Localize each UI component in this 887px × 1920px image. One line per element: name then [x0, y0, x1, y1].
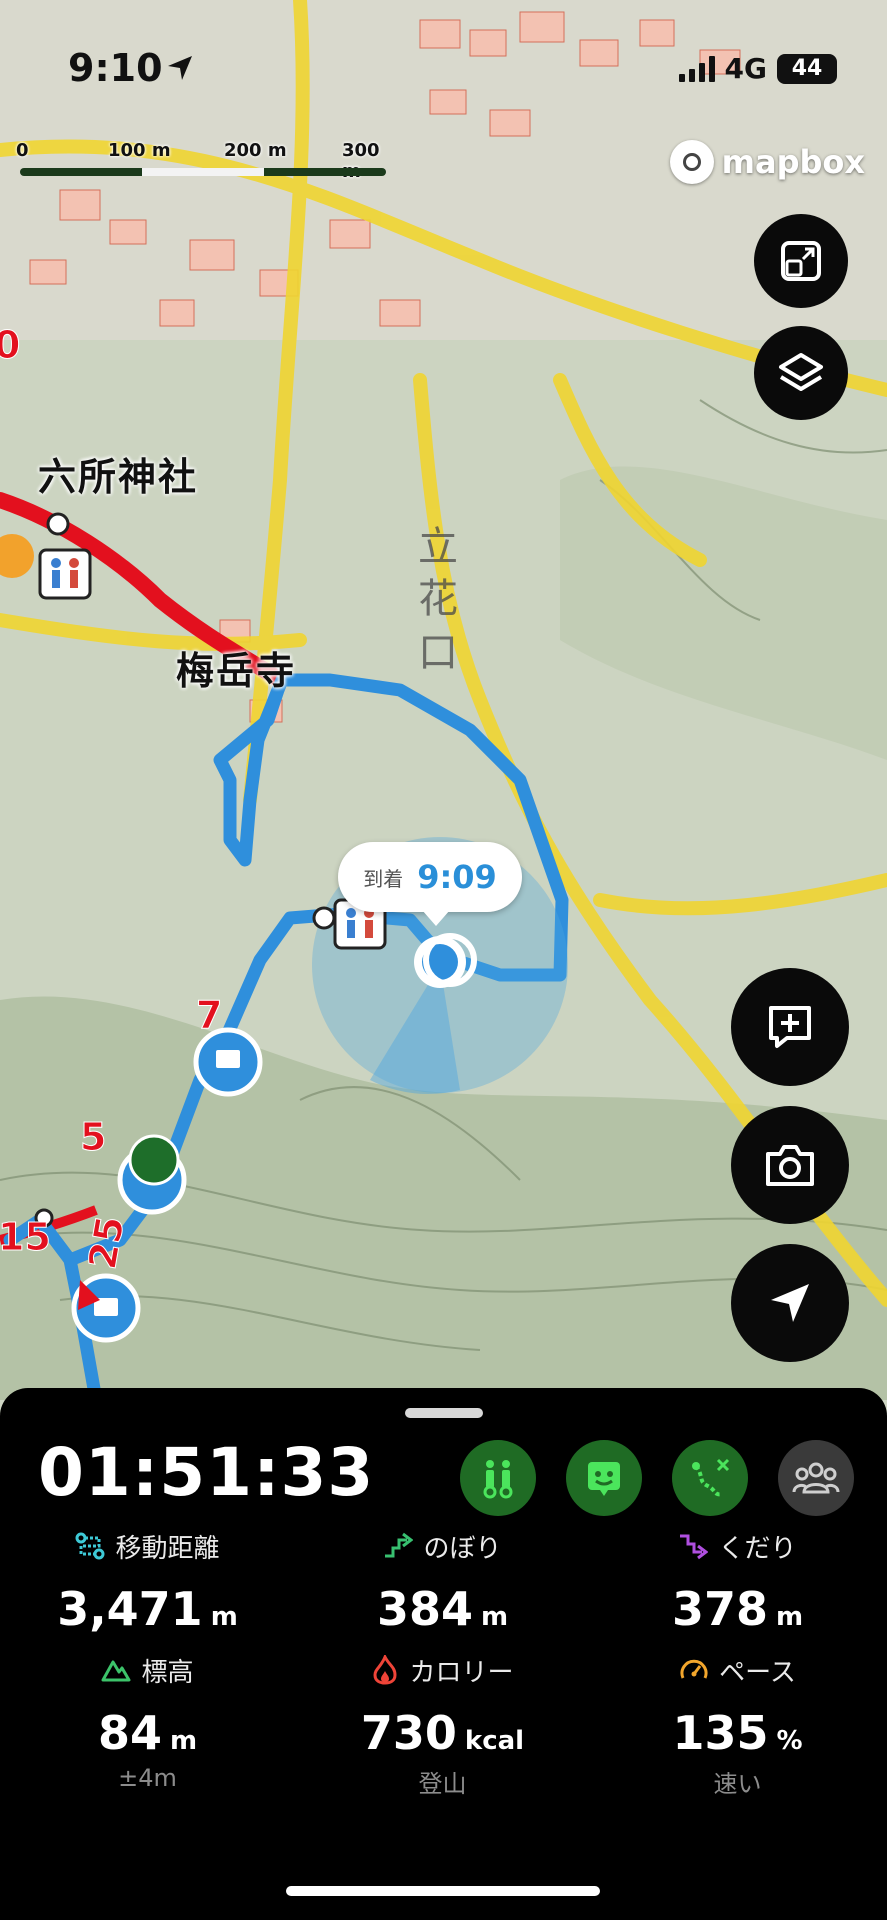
layers-button[interactable] [754, 326, 848, 420]
drag-handle[interactable] [405, 1408, 483, 1418]
route-marker-25: 25 [80, 1213, 133, 1273]
place-label-rokusho[interactable]: 六所神社 [38, 446, 198, 501]
mapbox-attribution[interactable]: mapbox [669, 140, 865, 184]
elapsed-time: 01:51:33 [38, 1434, 375, 1511]
mode-buttons [460, 1440, 854, 1516]
arrival-time-bubble[interactable]: 到着 9:09 [338, 842, 522, 926]
stat-calories-value: 730 [360, 1706, 457, 1760]
stat-calories-label: カロリー [409, 1657, 514, 1688]
stat-distance-value: 3,471 [57, 1582, 203, 1636]
pace-icon [680, 1659, 708, 1679]
stat-altitude-label: 標高 [141, 1657, 194, 1688]
stat-distance-unit: m [210, 1602, 238, 1632]
stat-pace: ペース 135% [590, 1652, 885, 1776]
pace-rating: 速い [713, 1770, 762, 1798]
stat-calories: カロリー 730 kcal [295, 1652, 590, 1776]
calorie-icon [373, 1655, 397, 1685]
distance-icon [75, 1532, 105, 1560]
place-label-baigakuji[interactable]: 梅岳寺 [176, 640, 296, 695]
camera-button[interactable] [731, 1106, 849, 1224]
ascent-icon [385, 1532, 414, 1558]
stat-descent-unit: m [775, 1602, 804, 1632]
status-indicators: 4G 44 [678, 52, 837, 85]
stats-grid: 移動距離 3,471 m のぼり 384 m くだり 378 m 標高 84 m カロリ… [0, 1528, 887, 1776]
route-mode-button[interactable] [672, 1440, 748, 1516]
signal-icon [678, 55, 715, 82]
stat-distance: 移動距離 3,471 m [0, 1528, 295, 1652]
stat-calories-unit: kcal [464, 1726, 525, 1756]
terrain-label-1: 立 [418, 524, 458, 570]
activity-panel[interactable]: 01:51:33 移動距離 3,471 m のぼり 384 m くだり 378 m 標… [0, 1388, 887, 1920]
route-marker-0: 0 [0, 323, 20, 367]
camera-icon [766, 1145, 814, 1186]
location-arrow-icon [168, 56, 192, 80]
navigate-button[interactable] [731, 1244, 849, 1362]
stat-ascent-unit: m [480, 1602, 509, 1632]
fit-icon [781, 241, 821, 281]
scale-label-0: 0 [16, 140, 29, 161]
add-note-icon [769, 1006, 811, 1048]
scale-label-100: 100 m [108, 140, 171, 161]
stat-altitude: 標高 84 m [0, 1652, 295, 1776]
status-time: 9:10 [68, 46, 163, 90]
stat-descent-value: 378 [671, 1582, 768, 1636]
stat-ascent-value: 384 [376, 1582, 473, 1636]
scale-label-200: 200 m [224, 140, 287, 161]
route-marker-7: 7 [196, 993, 222, 1037]
fit-map-button[interactable] [754, 214, 848, 308]
stat-pace-label: ペース [719, 1657, 796, 1688]
add-note-button[interactable] [731, 968, 849, 1086]
mountain-people-mode-button[interactable] [460, 1440, 536, 1516]
scale-bar: 0 100 m 200 m 300 m [16, 140, 386, 182]
route-icon [692, 1458, 730, 1497]
mountain-people-icon [483, 1460, 513, 1499]
group-mode-button[interactable] [778, 1440, 854, 1516]
stat-pace-unit: % [776, 1726, 803, 1756]
battery-icon: 44 [777, 53, 837, 84]
face-mode-button[interactable] [566, 1440, 642, 1516]
group-icon [792, 1462, 840, 1494]
home-indicator[interactable] [286, 1886, 600, 1896]
arrival-label: 到着 [363, 866, 404, 891]
stat-ascent-label: のぼり [423, 1533, 502, 1564]
stat-distance-label: 移動距離 [115, 1533, 220, 1564]
mapbox-text: mapbox [721, 143, 865, 181]
stat-descent: くだり 378 m [590, 1528, 885, 1652]
activity-type: 登山 [418, 1770, 467, 1798]
terrain-label-3: 口 [418, 630, 458, 676]
stat-descent-label: くだり [718, 1533, 797, 1564]
face-icon [588, 1462, 620, 1496]
network-type: 4G [724, 52, 767, 85]
stat-altitude-unit: m [169, 1726, 198, 1756]
arrival-time: 9:09 [417, 858, 497, 896]
stat-pace-value: 135 [672, 1706, 769, 1760]
route-marker-15: 15 [0, 1215, 51, 1259]
route-marker-5: 5 [80, 1115, 106, 1159]
descent-icon [680, 1534, 709, 1560]
altitude-accuracy: ±4m [118, 1764, 177, 1792]
layers-icon [779, 353, 823, 391]
stat-ascent: のぼり 384 m [295, 1528, 590, 1652]
navigate-icon [771, 1284, 809, 1322]
mapbox-logo-icon [669, 140, 714, 184]
terrain-label-2: 花 [418, 576, 458, 622]
stat-altitude-value: 84 [97, 1706, 162, 1760]
altitude-icon [101, 1660, 131, 1682]
